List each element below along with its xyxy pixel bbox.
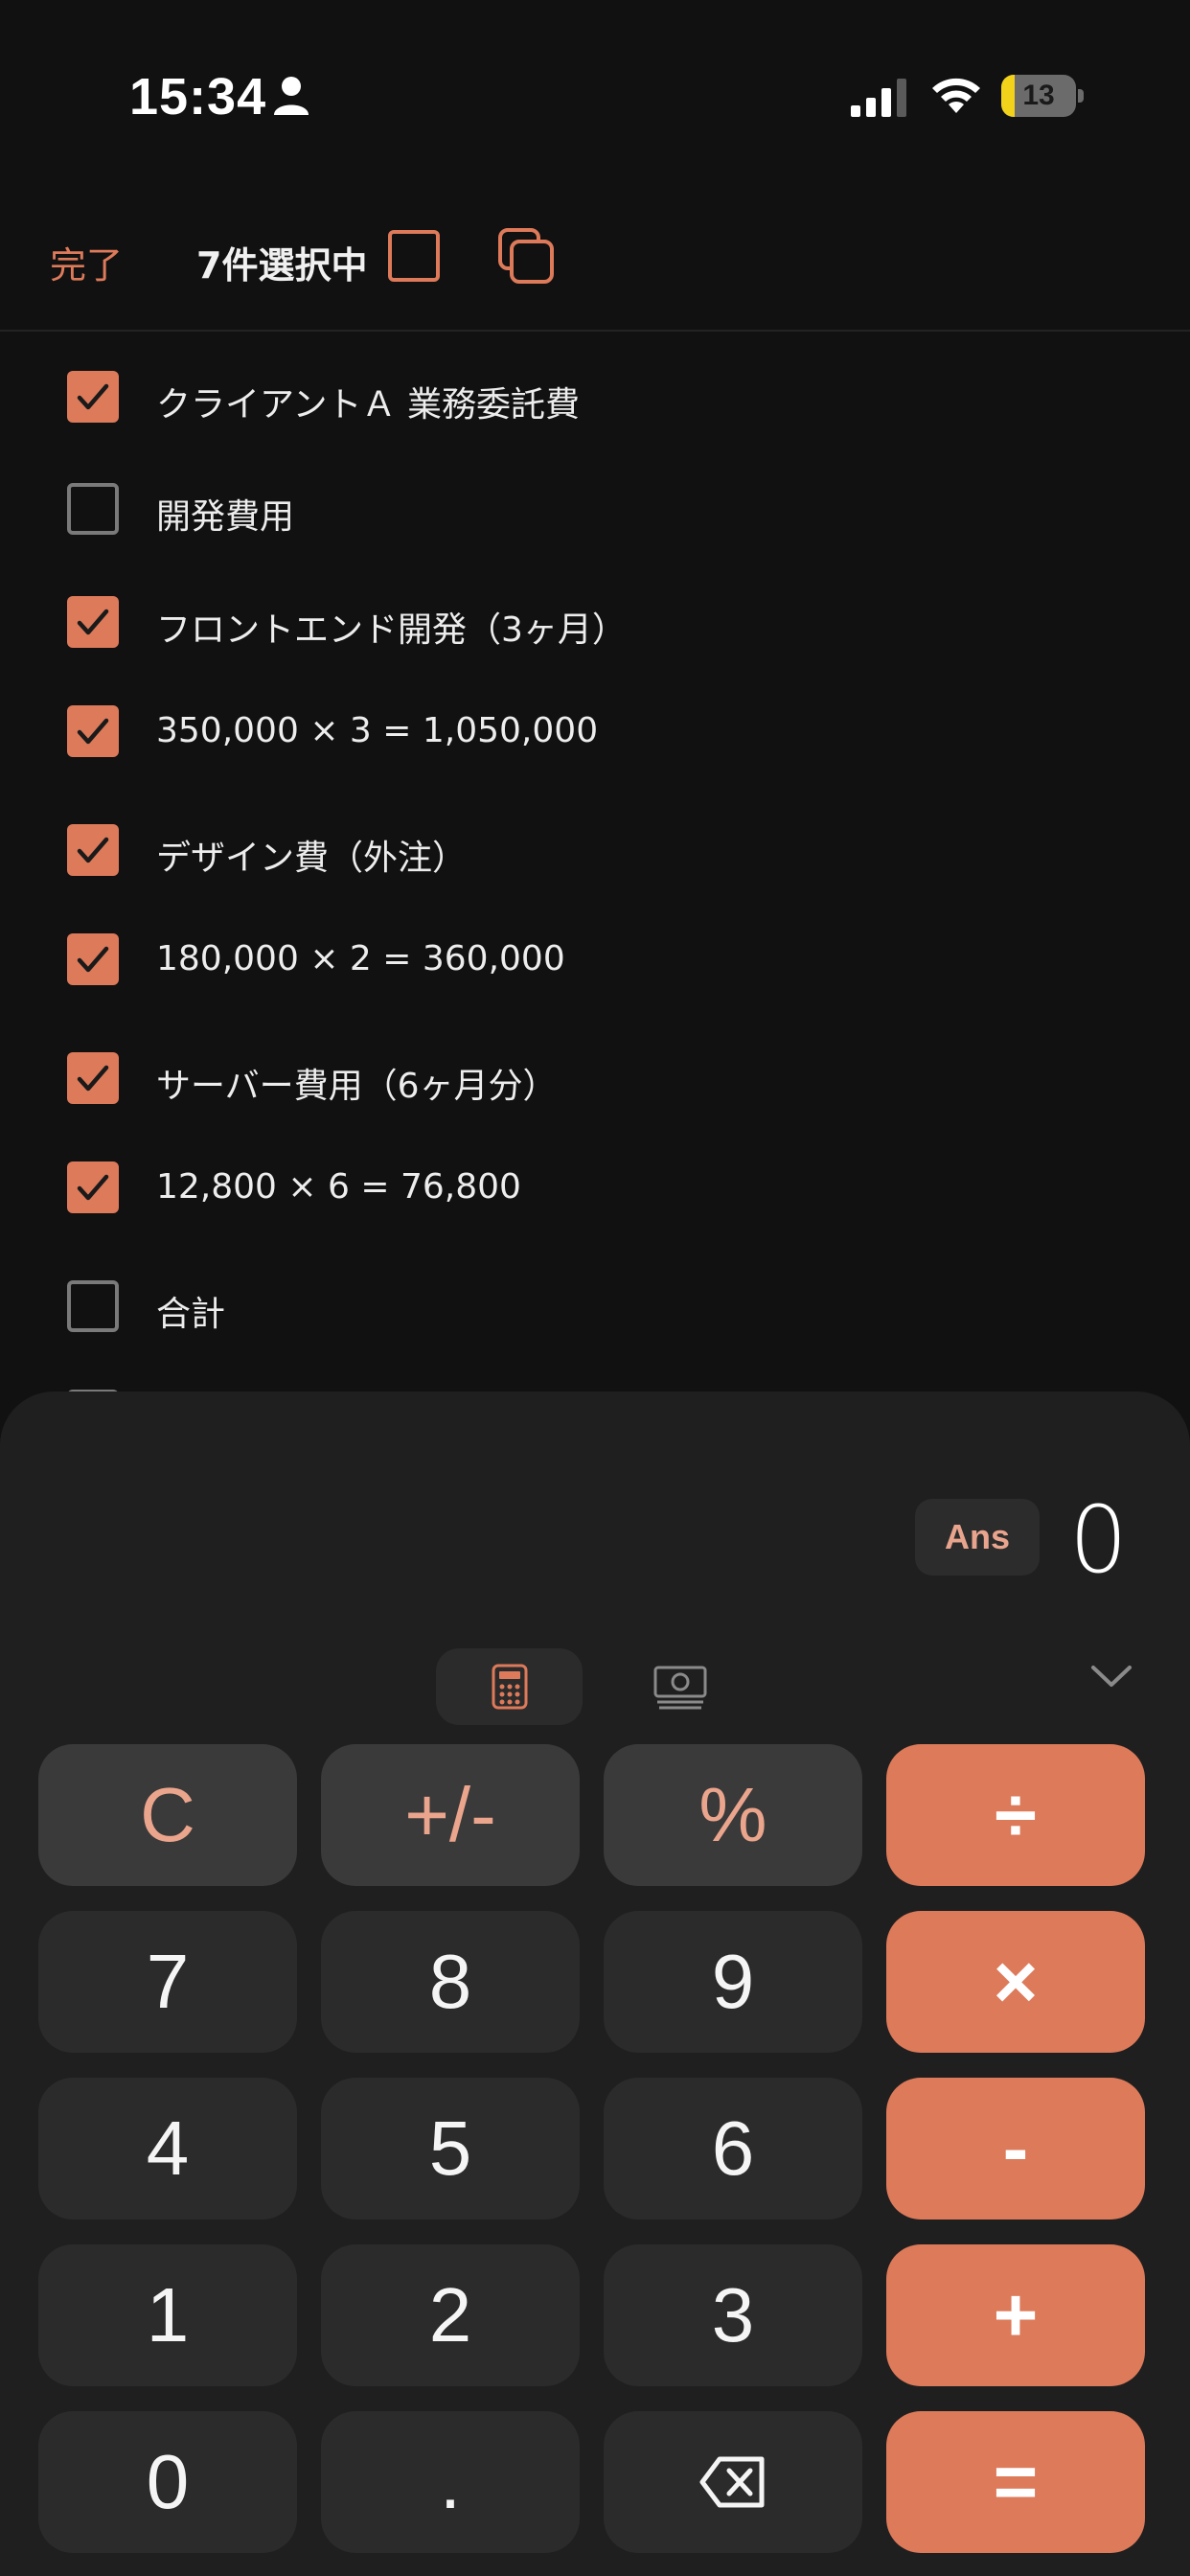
digit-0-key[interactable]: 0 (38, 2411, 297, 2553)
unchecked-checkbox[interactable] (67, 1280, 119, 1332)
digit-6-key[interactable]: 6 (604, 2078, 862, 2220)
calculator-display: 0 (1068, 1486, 1128, 1594)
calculator-mode-tab[interactable] (436, 1648, 583, 1725)
minus-key[interactable]: - (886, 2078, 1145, 2220)
battery-level-text: 13 (1022, 80, 1055, 111)
person-icon (274, 77, 309, 115)
digit-4-key[interactable]: 4 (38, 2078, 297, 2220)
checklist: クライアントＡ 業務委託費 開発費用フロントエンド開発（3ヶ月） 350,000 ×… (0, 332, 1190, 1395)
digit-5-key[interactable]: 5 (321, 2078, 580, 2220)
list-item[interactable]: デザイン費（外注） (0, 813, 1190, 889)
divide-key[interactable]: ÷ (886, 1744, 1145, 1886)
checked-checkbox[interactable] (67, 1162, 119, 1213)
multiply-key[interactable]: × (886, 1911, 1145, 2053)
checked-checkbox[interactable] (67, 933, 119, 985)
digit-1-key[interactable]: 1 (38, 2244, 297, 2386)
checked-checkbox[interactable] (67, 1052, 119, 1104)
list-item-text: フロントエンド開発（3ヶ月） (156, 610, 627, 650)
list-item-text: 開発費用 (156, 497, 295, 537)
list-item-text: 180,000 × 2 = 360,000 (156, 939, 565, 978)
plus-key[interactable]: + (886, 2244, 1145, 2386)
equals-key[interactable]: = (886, 2411, 1145, 2553)
checkmark-icon (77, 837, 109, 863)
digit-9-key[interactable]: 9 (604, 1911, 862, 2053)
battery-icon: 13 (1001, 75, 1084, 117)
checked-checkbox[interactable] (67, 596, 119, 648)
checkmark-icon (77, 718, 109, 745)
calculator-panel: Ans 0 C +/- % ÷ 7 8 9 × 4 5 6 - 1 2 3 + … (0, 1392, 1190, 2576)
wifi-icon (932, 78, 980, 113)
list-item-text: 合計 (156, 1295, 226, 1334)
list-item-text: クライアントＡ 業務委託費 (156, 385, 581, 425)
checked-checkbox[interactable] (67, 705, 119, 757)
copy-icon[interactable] (496, 226, 556, 286)
list-item-text: 350,000 × 3 = 1,050,000 (156, 711, 599, 750)
decimal-key[interactable]: . (321, 2411, 580, 2553)
status-time: 15:34 (129, 68, 267, 126)
list-item[interactable]: 開発費用 (0, 472, 1190, 548)
list-item[interactable]: クライアントＡ 業務委託費 (0, 359, 1190, 436)
backspace-icon (699, 2456, 765, 2508)
select-all-checkbox[interactable] (388, 230, 440, 282)
selection-toolbar: 完了 7件選択中 (0, 201, 1190, 332)
list-item[interactable]: サーバー費用（6ヶ月分） (0, 1041, 1190, 1117)
unchecked-checkbox[interactable] (67, 483, 119, 535)
chevron-down-icon[interactable] (1087, 1658, 1135, 1696)
list-item[interactable]: フロントエンド開発（3ヶ月） (0, 585, 1190, 661)
checkmark-icon (77, 946, 109, 973)
ans-button[interactable]: Ans (915, 1499, 1040, 1576)
list-item-text: デザイン費（外注） (156, 839, 468, 878)
clear-key[interactable]: C (38, 1744, 297, 1886)
digit-3-key[interactable]: 3 (604, 2244, 862, 2386)
backspace-key[interactable] (604, 2411, 862, 2553)
checked-checkbox[interactable] (67, 371, 119, 423)
percent-key[interactable]: % (604, 1744, 862, 1886)
digit-8-key[interactable]: 8 (321, 1911, 580, 2053)
sign-toggle-key[interactable]: +/- (321, 1744, 580, 1886)
status-bar: 15:34 13 (0, 0, 1190, 192)
checkmark-icon (77, 383, 109, 410)
cellular-signal-icon (851, 79, 906, 117)
checkmark-icon (77, 1065, 109, 1092)
digit-7-key[interactable]: 7 (38, 1911, 297, 2053)
digit-2-key[interactable]: 2 (321, 2244, 580, 2386)
money-icon[interactable] (652, 1660, 709, 1714)
list-item[interactable]: 合計 (0, 1269, 1190, 1346)
selected-count-label: 7件選択中 (196, 244, 368, 287)
checkmark-icon (77, 1174, 109, 1201)
list-item[interactable]: 12,800 × 6 = 76,800 (0, 1150, 1190, 1227)
checkmark-icon (77, 609, 109, 635)
list-item[interactable]: 350,000 × 3 = 1,050,000 (0, 694, 1190, 770)
list-item-text: サーバー費用（6ヶ月分） (156, 1067, 558, 1106)
calculator-icon (492, 1664, 528, 1710)
list-item-text: 12,800 × 6 = 76,800 (156, 1167, 521, 1207)
list-item[interactable]: 180,000 × 2 = 360,000 (0, 922, 1190, 999)
done-button[interactable]: 完了 (50, 236, 123, 288)
checked-checkbox[interactable] (67, 824, 119, 876)
